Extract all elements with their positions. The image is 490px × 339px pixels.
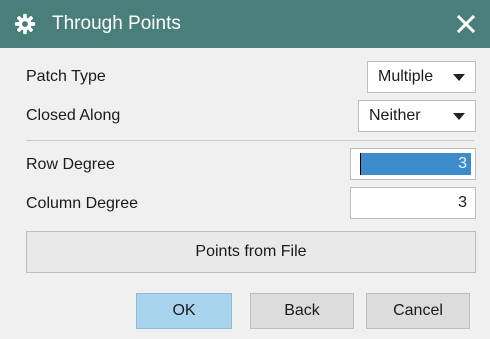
column-degree-value: 3: [458, 194, 467, 211]
close-icon[interactable]: [452, 10, 480, 38]
gear-icon: [14, 13, 36, 35]
column-degree-label: Column Degree: [26, 195, 139, 212]
patch-type-label: Patch Type: [26, 68, 106, 85]
column-degree-input[interactable]: 3: [350, 187, 476, 219]
title-bar[interactable]: Through Points: [0, 0, 490, 48]
patch-type-value: Multiple: [378, 68, 434, 85]
through-points-dialog: Through Points Patch Type Multiple Close…: [0, 0, 490, 339]
patch-type-select[interactable]: Multiple: [367, 61, 476, 93]
chevron-down-icon: [453, 74, 465, 81]
dialog-title: Through Points: [52, 13, 181, 34]
closed-along-label: Closed Along: [26, 107, 121, 124]
text-selection-highlight: [361, 153, 471, 175]
divider: [26, 140, 474, 141]
ok-button[interactable]: OK: [136, 293, 232, 329]
row-degree-label: Row Degree: [26, 156, 115, 173]
closed-along-value: Neither: [369, 107, 421, 124]
chevron-down-icon: [453, 113, 465, 120]
points-from-file-button[interactable]: Points from File: [26, 231, 476, 273]
cancel-button[interactable]: Cancel: [366, 293, 470, 329]
closed-along-select[interactable]: Neither: [358, 100, 476, 132]
row-degree-input[interactable]: 3: [350, 148, 476, 180]
text-cursor: [360, 153, 361, 175]
back-button[interactable]: Back: [250, 293, 354, 329]
row-degree-value: 3: [458, 155, 467, 172]
